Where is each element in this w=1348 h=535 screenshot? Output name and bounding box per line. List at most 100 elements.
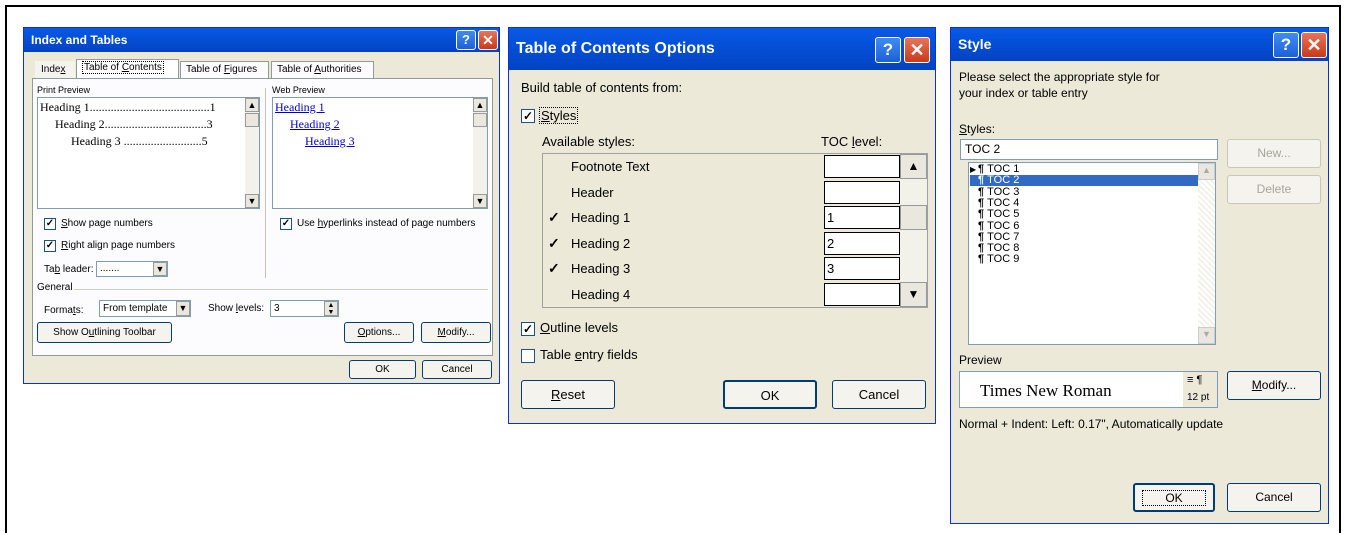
table-entry-fields-checkbox[interactable] [521, 349, 535, 363]
close-icon[interactable]: ✕ [904, 37, 930, 63]
ok-button[interactable]: OK [723, 380, 817, 409]
checkmark-icon: ✓ [548, 260, 560, 276]
scroll-thumb[interactable] [245, 113, 259, 127]
outline-levels-label: Outline levels [540, 320, 619, 335]
tab-index[interactable]: Index [35, 61, 75, 79]
chevron-down-icon[interactable]: ▼ [176, 301, 190, 316]
modify-button[interactable]: Modify... [421, 322, 491, 343]
tab-leader-label: Tab leader: [44, 264, 94, 275]
show-outlining-toolbar-button[interactable]: Show Outlining Toolbar [37, 322, 172, 343]
tab-strip: Index Table of Contents Table of Figures… [35, 59, 495, 79]
modify-button[interactable]: Modify... [1227, 371, 1321, 400]
toc-level-input[interactable] [824, 155, 900, 178]
show-levels-stepper[interactable]: 3 ▲ ▼ [270, 300, 339, 317]
paragraph-style-icon: ¶ [978, 196, 985, 209]
styles-checkbox[interactable]: ✓ [521, 109, 535, 123]
scroll-thumb[interactable] [900, 205, 927, 230]
web-preview: Heading 1 Heading 2 Heading 3 ▲ ▼ [272, 97, 488, 209]
styles-input[interactable]: TOC 2 [960, 139, 1218, 160]
close-icon[interactable]: ✕ [478, 30, 498, 50]
toc-level-input[interactable]: 3 [824, 257, 900, 280]
show-levels-label: Show levels: [208, 303, 265, 314]
general-divider [74, 289, 488, 290]
style-row[interactable]: ✓ Heading 3 3 [543, 256, 900, 281]
cancel-button[interactable]: Cancel [422, 360, 492, 379]
scroll-down-icon[interactable]: ▼ [900, 282, 927, 307]
preview-box: Times New Roman ≡ ¶ 12 pt [959, 371, 1218, 408]
scroll-down-icon[interactable]: ▼ [245, 194, 259, 208]
formats-select[interactable]: From template ▼ [99, 300, 191, 317]
tab-table-of-contents[interactable]: Table of Contents [76, 59, 179, 79]
chevron-down-icon[interactable]: ▼ [153, 262, 167, 276]
right-align-checkbox[interactable]: ✓ [44, 240, 56, 252]
show-levels-value: 3 [274, 303, 280, 314]
styles-scrollbar[interactable]: ▲ ▼ [900, 154, 927, 307]
title-bar: Index and Tables ? ✕ [24, 28, 499, 52]
options-button[interactable]: Options... [344, 322, 414, 343]
scroll-down-icon[interactable]: ▼ [473, 194, 487, 208]
outline-levels-checkbox[interactable]: ✓ [521, 322, 535, 336]
style-dialog: Style ? ✕ Please select the appropriate … [950, 27, 1329, 524]
toc-level-input[interactable] [824, 180, 900, 204]
ok-button[interactable]: OK [1133, 483, 1215, 512]
toc-level-label: TOC level: [821, 134, 883, 149]
ok-button[interactable]: OK [349, 360, 416, 379]
help-icon[interactable]: ? [1273, 32, 1299, 58]
toc-level-input[interactable] [824, 282, 900, 306]
toc-level-input[interactable]: 2 [824, 231, 900, 255]
use-hyperlinks-checkbox[interactable]: ✓ [280, 218, 292, 230]
ok-label: OK [1142, 490, 1206, 506]
style-list-item-label: TOC 1 [987, 163, 1020, 175]
style-row[interactable]: ✓ Heading 1 1 [543, 205, 900, 230]
reset-button[interactable]: Reset [521, 380, 615, 409]
toc-level-input[interactable]: 1 [824, 206, 900, 229]
style-row[interactable]: Header [543, 180, 900, 205]
help-icon[interactable]: ? [875, 37, 901, 63]
style-row[interactable]: Heading 4 [543, 282, 900, 307]
dialog-title: Style [958, 36, 992, 52]
paragraph-style-icon: ¶ [978, 208, 985, 221]
tab-table-of-figures[interactable]: Table of Figures [180, 61, 269, 79]
web-preview-scrollbar[interactable]: ▲ ▼ [473, 98, 487, 208]
instruction-line-2: your index or table entry [959, 86, 1088, 100]
style-list-item-label: TOC 3 [987, 185, 1020, 198]
scroll-up-icon[interactable]: ▲ [245, 98, 259, 112]
new-button[interactable]: New... [1227, 139, 1321, 168]
help-icon[interactable]: ? [456, 30, 476, 50]
print-preview-scrollbar[interactable]: ▲ ▼ [245, 98, 259, 208]
tab-leader-select[interactable]: ....... ▼ [96, 261, 168, 277]
scroll-up-icon[interactable]: ▲ [900, 154, 927, 179]
checkmark-icon: ✓ [548, 234, 560, 251]
scroll-down-icon[interactable]: ▼ [1198, 327, 1215, 344]
style-list-item-label: TOC 4 [987, 196, 1020, 209]
style-row-name: Heading 4 [571, 286, 631, 302]
scroll-up-icon[interactable]: ▲ [1198, 163, 1215, 180]
index-tables-dialog: Index and Tables ? ✕ Index Table of Cont… [23, 27, 500, 384]
cancel-button[interactable]: Cancel [832, 380, 926, 409]
delete-button[interactable]: Delete [1227, 175, 1321, 204]
scroll-up-icon[interactable]: ▲ [473, 98, 487, 112]
paragraph-style-icon: ¶ [978, 163, 985, 175]
show-page-numbers-checkbox[interactable]: ✓ [44, 218, 56, 230]
styles-listbox-scrollbar[interactable]: ▲ ▼ [1198, 163, 1215, 344]
style-list-item-label: TOC 8 [987, 242, 1020, 255]
toc-options-dialog: Table of Contents Options ? ✕ Build tabl… [508, 27, 936, 424]
style-list-item-label: TOC 7 [987, 230, 1020, 243]
style-row-name: Heading 3 [571, 261, 631, 276]
cancel-button[interactable]: Cancel [1227, 483, 1321, 512]
style-list-item[interactable]: ¶ TOC 9 [970, 254, 1198, 265]
tab-table-of-authorities[interactable]: Table of Authorities [271, 61, 374, 79]
styles-label: Styles: [959, 122, 996, 136]
dialog-title: Index and Tables [31, 33, 128, 47]
styles-listbox[interactable]: ▶ ¶ TOC 1 ¶ TOC 2 ¶ TOC 3 ¶ TOC 4 ¶ TOC 5 ¶ TOC 6 ¶ TO… [968, 162, 1216, 345]
web-preview-line-2: Heading 2 [290, 117, 340, 131]
style-row[interactable]: Footnote Text [543, 154, 900, 179]
preview-badge: ≡ ¶ 12 pt [1183, 372, 1217, 407]
style-row-name: Footnote Text [571, 159, 650, 174]
close-icon[interactable]: ✕ [1301, 32, 1327, 58]
paragraph-style-icon: ¶ [978, 253, 985, 266]
styles-list: Footnote Text Header ✓ Heading 1 1 ✓ Heading 2… [542, 153, 928, 308]
scroll-thumb[interactable] [473, 113, 487, 127]
style-row[interactable]: ✓ Heading 2 2 [543, 231, 900, 256]
spin-icon[interactable]: ▲ ▼ [324, 301, 338, 316]
